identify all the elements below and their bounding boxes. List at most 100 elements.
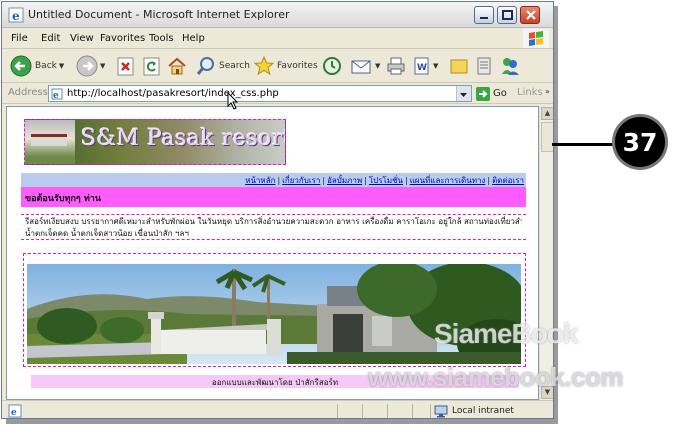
home-button[interactable] bbox=[167, 53, 187, 79]
svg-text:W: W bbox=[417, 63, 427, 73]
nav-links: หน้าหลัก | เกี่ยวกับเรา | อัลบั้มภาพ | โปรโมชั… bbox=[245, 174, 524, 187]
welcome-bar: ขอต้อนรับทุกๆ ท่าน bbox=[21, 187, 526, 207]
scroll-up-arrow-icon[interactable]: ▲ bbox=[541, 107, 553, 120]
nav-link-contact[interactable]: ติดต่อเรา bbox=[492, 176, 524, 185]
page-viewport[interactable]: S&M Pasak resort หน้าหลัก | เกี่ยวกับเรา | อ… bbox=[6, 106, 539, 400]
intro-line-1: รีสอร์ทเงียบสงบ บรรยากาศดีเหมาะสำหรับพัก… bbox=[25, 217, 522, 226]
refresh-button[interactable] bbox=[143, 53, 161, 79]
banner-roof bbox=[31, 134, 67, 146]
forward-button[interactable]: ▼ bbox=[76, 53, 105, 79]
menu-tools[interactable]: Tools bbox=[149, 33, 174, 44]
nav-link-about[interactable]: เกี่ยวกับเรา bbox=[282, 176, 320, 185]
browser-window: e Untitled Document - Microsoft Internet… bbox=[1, 1, 554, 419]
favorites-label: Favorites bbox=[277, 61, 318, 71]
maximize-button[interactable] bbox=[497, 6, 517, 24]
nav-link-album[interactable]: อัลบั้มภาพ bbox=[327, 176, 362, 185]
status-divider bbox=[430, 404, 431, 418]
menu-file[interactable]: File bbox=[11, 33, 28, 44]
status-divider bbox=[362, 404, 363, 418]
page-status-icon: e bbox=[8, 404, 22, 418]
chevron-down-icon: ▼ bbox=[100, 62, 106, 70]
close-icon bbox=[526, 10, 536, 20]
folder-icon bbox=[450, 59, 468, 74]
research-button[interactable] bbox=[475, 53, 495, 79]
address-label: Address bbox=[8, 87, 48, 98]
mouse-cursor-icon bbox=[227, 92, 239, 110]
print-button[interactable] bbox=[386, 53, 406, 79]
nav-separator: | bbox=[364, 176, 367, 185]
forward-arrow-icon bbox=[76, 55, 98, 77]
windows-logo-icon bbox=[523, 29, 549, 48]
nav-separator: | bbox=[487, 176, 491, 185]
address-input[interactable]: e http://localhost/pasakresort/index_css… bbox=[48, 85, 472, 102]
status-bar: e Local intranet bbox=[2, 400, 553, 418]
messenger-button[interactable] bbox=[499, 53, 521, 79]
intro-line-2: น้ำตกเจ็ดคด น้ำตกเจ็ดสาวน้อย เขื่อนป่าสั… bbox=[25, 229, 189, 238]
back-button[interactable]: Back ▼ bbox=[10, 53, 64, 79]
banner-title: S&M Pasak resort bbox=[81, 126, 286, 151]
go-label: Go bbox=[493, 88, 507, 99]
callout-badge: 37 bbox=[612, 114, 668, 170]
maximize-icon bbox=[502, 10, 513, 20]
toolbar: Back ▼ ▼ Search Favorites ▼ W ▼ bbox=[2, 49, 553, 83]
minimize-icon bbox=[480, 17, 488, 19]
title-bar[interactable]: e Untitled Document - Microsoft Internet… bbox=[2, 2, 553, 28]
close-button[interactable] bbox=[520, 6, 540, 24]
svg-text:e: e bbox=[11, 408, 17, 418]
messenger-icon bbox=[502, 58, 519, 75]
banner-house-image bbox=[25, 120, 75, 164]
go-button[interactable]: Go bbox=[476, 85, 507, 102]
chevron-down-icon: ▼ bbox=[375, 62, 381, 70]
home-icon bbox=[168, 57, 186, 75]
menu-help[interactable]: Help bbox=[182, 33, 205, 44]
nav-link-map[interactable]: แผนที่และการเดินทาง bbox=[410, 176, 486, 185]
menu-view[interactable]: View bbox=[70, 33, 94, 44]
edit-button[interactable]: W ▼ bbox=[413, 53, 438, 79]
back-label: Back bbox=[35, 61, 57, 71]
refresh-icon bbox=[143, 57, 160, 76]
menu-favorites[interactable]: Favorites bbox=[100, 33, 145, 44]
address-bar: Address e http://localhost/pasakresort/i… bbox=[2, 83, 553, 104]
intranet-icon bbox=[434, 405, 448, 418]
stop-button[interactable] bbox=[117, 53, 135, 79]
search-button[interactable]: Search bbox=[196, 53, 250, 79]
chevron-down-icon: ▼ bbox=[433, 62, 439, 70]
intro-text: รีสอร์ทเงียบสงบ บรรยากาศดีเหมาะสำหรับพัก… bbox=[21, 214, 526, 240]
history-button[interactable] bbox=[322, 53, 342, 79]
favorites-button[interactable]: Favorites bbox=[254, 53, 318, 79]
scroll-thumb[interactable] bbox=[541, 122, 553, 152]
nav-bar: หน้าหลัก | เกี่ยวกับเรา | อัลบั้มภาพ | โปรโมชั… bbox=[21, 173, 526, 187]
zone-label: Local intranet bbox=[452, 406, 514, 416]
search-icon bbox=[196, 57, 214, 75]
svg-text:e: e bbox=[12, 9, 20, 23]
watermark-brand: SiameBook bbox=[434, 318, 578, 349]
word-document-icon: W bbox=[414, 57, 429, 75]
star-icon bbox=[254, 56, 274, 76]
search-label: Search bbox=[219, 61, 250, 71]
welcome-heading: ขอต้อนรับทุกๆ ท่าน bbox=[25, 194, 101, 204]
status-divider bbox=[337, 404, 338, 418]
address-dropdown-button[interactable] bbox=[456, 86, 471, 101]
history-icon bbox=[323, 57, 341, 75]
nav-link-home[interactable]: หน้าหลัก bbox=[245, 176, 275, 185]
menu-bar: File Edit View Favorites Tools Help bbox=[2, 28, 553, 49]
status-divider bbox=[412, 404, 413, 418]
links-label[interactable]: Links bbox=[517, 87, 543, 98]
discuss-button[interactable] bbox=[449, 53, 469, 79]
minimize-button[interactable] bbox=[474, 6, 494, 24]
vertical-scrollbar[interactable]: ▲ ▼ bbox=[539, 106, 553, 400]
watermark-url: www.siamebook.com bbox=[368, 362, 623, 392]
research-icon bbox=[477, 57, 491, 75]
nav-link-promotion[interactable]: โปรโมชั่น bbox=[369, 176, 403, 185]
links-chevron-icon[interactable]: » bbox=[545, 87, 550, 96]
callout-line bbox=[552, 143, 618, 146]
chevron-down-icon bbox=[460, 93, 467, 97]
printer-icon bbox=[387, 57, 405, 75]
chevron-down-icon: ▼ bbox=[58, 62, 65, 70]
window-title: Untitled Document - Microsoft Internet E… bbox=[28, 8, 290, 21]
internet-explorer-icon: e bbox=[8, 7, 24, 23]
callout-number: 37 bbox=[622, 128, 658, 157]
back-arrow-icon bbox=[10, 55, 32, 77]
mail-button[interactable]: ▼ bbox=[351, 53, 380, 79]
menu-edit[interactable]: Edit bbox=[41, 33, 60, 44]
